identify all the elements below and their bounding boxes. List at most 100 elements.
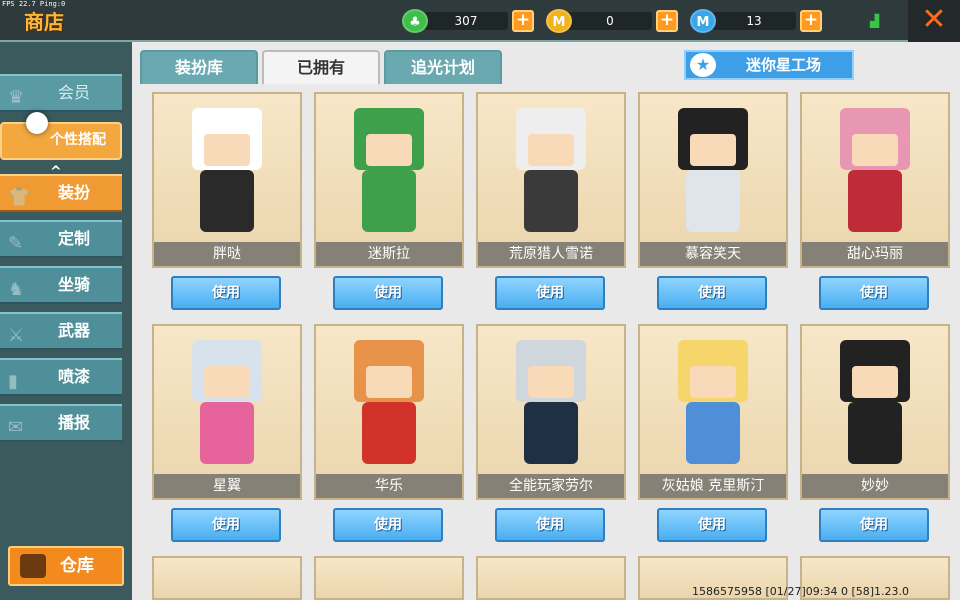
sidebar-item-label: 定制 (58, 229, 91, 248)
warehouse-button[interactable]: 仓库 (8, 546, 124, 586)
sidebar-item-label: 喷漆 (58, 367, 91, 386)
signal-icon: ▟ (870, 14, 880, 28)
item-card[interactable]: 妙妙 (800, 324, 950, 500)
character-body (686, 170, 740, 232)
character-figure (346, 108, 432, 240)
character-body (362, 170, 416, 232)
tab-light-plan[interactable]: 追光计划 (384, 50, 502, 84)
sidebar-item-dress[interactable]: 👕 装扮 (0, 174, 122, 212)
sidebar-item-label: 装扮 (58, 183, 91, 202)
gun-icon: ⚔ (8, 325, 25, 346)
currency-leaf-value: 307 (424, 12, 508, 30)
mount-icon: ♞ (8, 279, 25, 300)
character-face (690, 366, 736, 398)
gift-icon: ✉ (8, 417, 24, 438)
main-panel: 装扮库 已拥有 追光计划 ★ 迷你星工场 胖哒 使用 迷斯拉 使用 荒原猎人雪诺 使用 慕容笑… (132, 42, 960, 600)
sidebar-item-custom[interactable]: ✎ 定制 (0, 220, 122, 258)
sidebar-item-label: 个性搭配 (50, 132, 106, 148)
add-mini-bean-button[interactable]: + (800, 10, 822, 32)
character-figure (508, 108, 594, 240)
character-figure (346, 340, 432, 472)
item-card[interactable]: 迷斯拉 (314, 92, 464, 268)
item-name: 灰姑娘 克里斯汀 (640, 474, 786, 498)
item-card[interactable]: 甜心玛丽 (800, 92, 950, 268)
mini-workshop-button[interactable]: ★ 迷你星工场 (684, 50, 854, 80)
item-name: 慕容笑天 (640, 242, 786, 266)
item-name: 迷斯拉 (316, 242, 462, 266)
mini-workshop-label: 迷你星工场 (746, 56, 822, 74)
sidebar-item-weapon[interactable]: ⚔ 武器 (0, 312, 122, 350)
item-card[interactable]: 星翼 (152, 324, 302, 500)
sidebar-group-custom-outfit[interactable]: 个性搭配 ^ (0, 122, 122, 180)
sidebar: ♛ 会员 个性搭配 ^ 👕 装扮 ✎ 定制 ♞ 坐骑 ⚔ 武器 ▮ 喷漆 ✉ 播报 仓库 (0, 42, 132, 600)
item-card[interactable]: 荒原猎人雪诺 (476, 92, 626, 268)
character-body (848, 402, 902, 464)
sidebar-item-label: 坐骑 (58, 275, 91, 294)
mini-bean-icon: M (690, 9, 716, 33)
character-face (528, 366, 574, 398)
tab-owned[interactable]: 已拥有 (262, 50, 380, 84)
warehouse-label: 仓库 (60, 556, 94, 576)
gold-coin-icon: M (546, 9, 572, 33)
use-button[interactable]: 使用 (171, 508, 281, 542)
page-title: 商店 (24, 10, 64, 34)
star-icon: ★ (690, 53, 716, 77)
add-leaf-coin-button[interactable]: + (512, 10, 534, 32)
character-figure (832, 340, 918, 472)
character-face (852, 134, 898, 166)
item-card[interactable]: 灰姑娘 克里斯汀 (638, 324, 788, 500)
character-figure (508, 340, 594, 472)
tab-wardrobe[interactable]: 装扮库 (140, 50, 258, 84)
top-bar: FPS 22.7 Ping:0 商店 307 ♣ + 0 M + 13 M + … (0, 0, 960, 42)
character-body (200, 170, 254, 232)
item-card[interactable]: 华乐 (314, 324, 464, 500)
character-figure (184, 340, 270, 472)
use-button[interactable]: 使用 (333, 508, 443, 542)
vip-icon: ♛ (8, 87, 25, 108)
character-figure (670, 108, 756, 240)
character-face (690, 134, 736, 166)
character-face (852, 366, 898, 398)
floating-joystick-knob[interactable] (26, 112, 48, 134)
character-body (524, 402, 578, 464)
sidebar-item-label: 播报 (58, 413, 91, 432)
item-card[interactable]: 胖哒 (152, 92, 302, 268)
character-face (204, 134, 250, 166)
shirt-icon: 👕 (8, 187, 31, 208)
sidebar-item-spray[interactable]: ▮ 喷漆 (0, 358, 122, 396)
character-face (366, 134, 412, 166)
item-card-partial[interactable] (476, 556, 626, 600)
item-card[interactable]: 全能玩家劳尔 (476, 324, 626, 500)
item-card-partial[interactable] (314, 556, 464, 600)
use-button[interactable]: 使用 (657, 508, 767, 542)
use-button[interactable]: 使用 (495, 508, 605, 542)
character-body (200, 402, 254, 464)
currency-leaf: 307 ♣ + (402, 9, 534, 33)
sidebar-item-vip[interactable]: ♛ 会员 (0, 74, 122, 112)
use-button[interactable]: 使用 (333, 276, 443, 310)
character-body (686, 402, 740, 464)
use-button[interactable]: 使用 (171, 276, 281, 310)
character-body (362, 402, 416, 464)
item-card[interactable]: 慕容笑天 (638, 92, 788, 268)
character-face (528, 134, 574, 166)
character-body (524, 170, 578, 232)
sidebar-item-broadcast[interactable]: ✉ 播报 (0, 404, 122, 442)
item-card-partial[interactable] (152, 556, 302, 600)
sidebar-item-label: 会员 (58, 83, 91, 102)
character-figure (832, 108, 918, 240)
use-button[interactable]: 使用 (495, 276, 605, 310)
use-button[interactable]: 使用 (819, 276, 929, 310)
sidebar-item-mount[interactable]: ♞ 坐骑 (0, 266, 122, 304)
add-gold-coin-button[interactable]: + (656, 10, 678, 32)
use-button[interactable]: 使用 (819, 508, 929, 542)
item-name: 荒原猎人雪诺 (478, 242, 624, 266)
character-face (204, 366, 250, 398)
character-figure (184, 108, 270, 240)
currency-gold-value: 0 (568, 12, 652, 30)
sidebar-item-label: 武器 (58, 321, 91, 340)
close-button[interactable]: ✕ (908, 0, 960, 42)
version-footer: 1586575958 [01/27]09:34 0 [58]1.23.0 (692, 585, 910, 598)
use-button[interactable]: 使用 (657, 276, 767, 310)
item-name: 全能玩家劳尔 (478, 474, 624, 498)
